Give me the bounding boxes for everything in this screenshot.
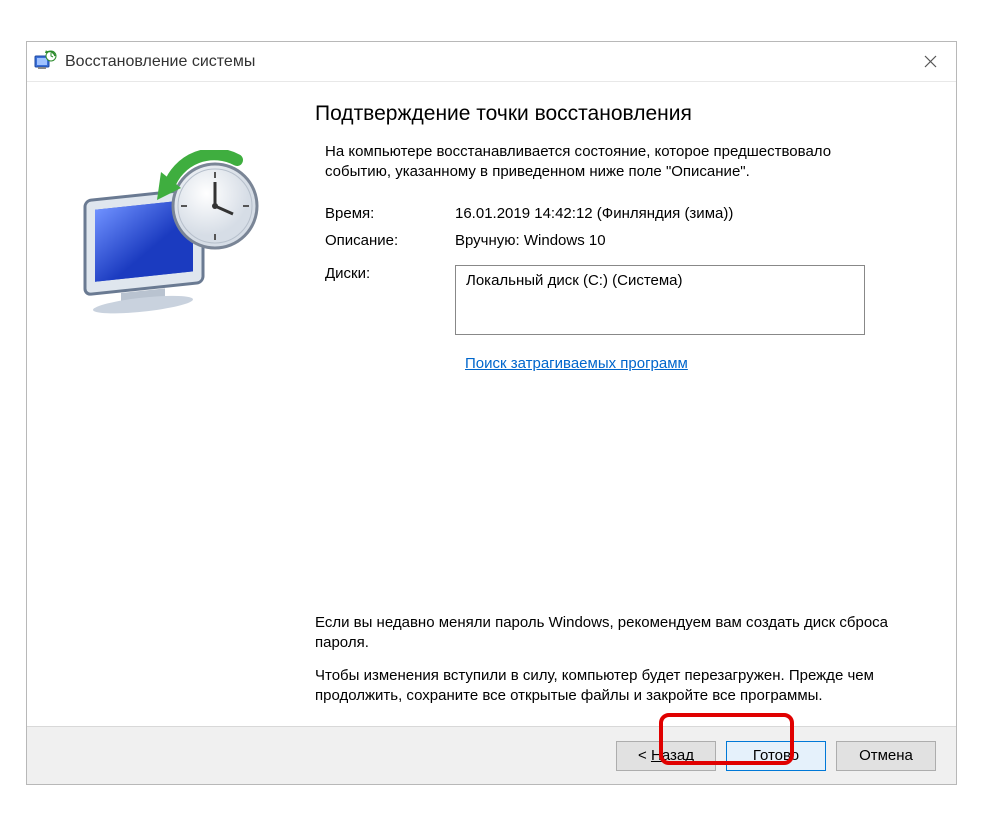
disks-listbox[interactable]: Локальный диск (C:) (Система) [455,265,865,335]
intro-text: На компьютере восстанавливается состояни… [315,142,875,183]
disks-item[interactable]: Локальный диск (C:) (Система) [466,272,854,289]
system-restore-icon [33,50,57,74]
dialog-body: Подтверждение точки восстановления На ко… [27,82,956,726]
content-pane: Подтверждение точки восстановления На ко… [303,100,932,718]
button-bar: < Назад Готово Отмена [27,726,956,784]
finish-button[interactable]: Готово [726,741,826,771]
graphic-pane [43,100,303,718]
window-title: Восстановление системы [65,53,910,71]
titlebar: Восстановление системы [27,42,956,82]
description-value: Вручную: Windows 10 [455,232,932,249]
scan-affected-programs-link[interactable]: Поиск затрагиваемых программ [465,355,688,372]
back-button[interactable]: < Назад [616,741,716,771]
cancel-button[interactable]: Отмена [836,741,936,771]
description-label: Описание: [325,232,455,249]
time-label: Время: [325,205,455,222]
restore-graphic-icon [73,150,273,334]
system-restore-dialog: Восстановление системы [26,41,957,785]
time-value: 16.01.2019 14:42:12 (Финляндия (зима)) [455,205,932,222]
page-heading: Подтверждение точки восстановления [315,102,932,126]
restart-note: Чтобы изменения вступили в силу, компьют… [315,666,932,707]
disks-label: Диски: [325,265,455,282]
password-note: Если вы недавно меняли пароль Windows, р… [315,613,932,654]
close-button[interactable] [910,45,950,79]
